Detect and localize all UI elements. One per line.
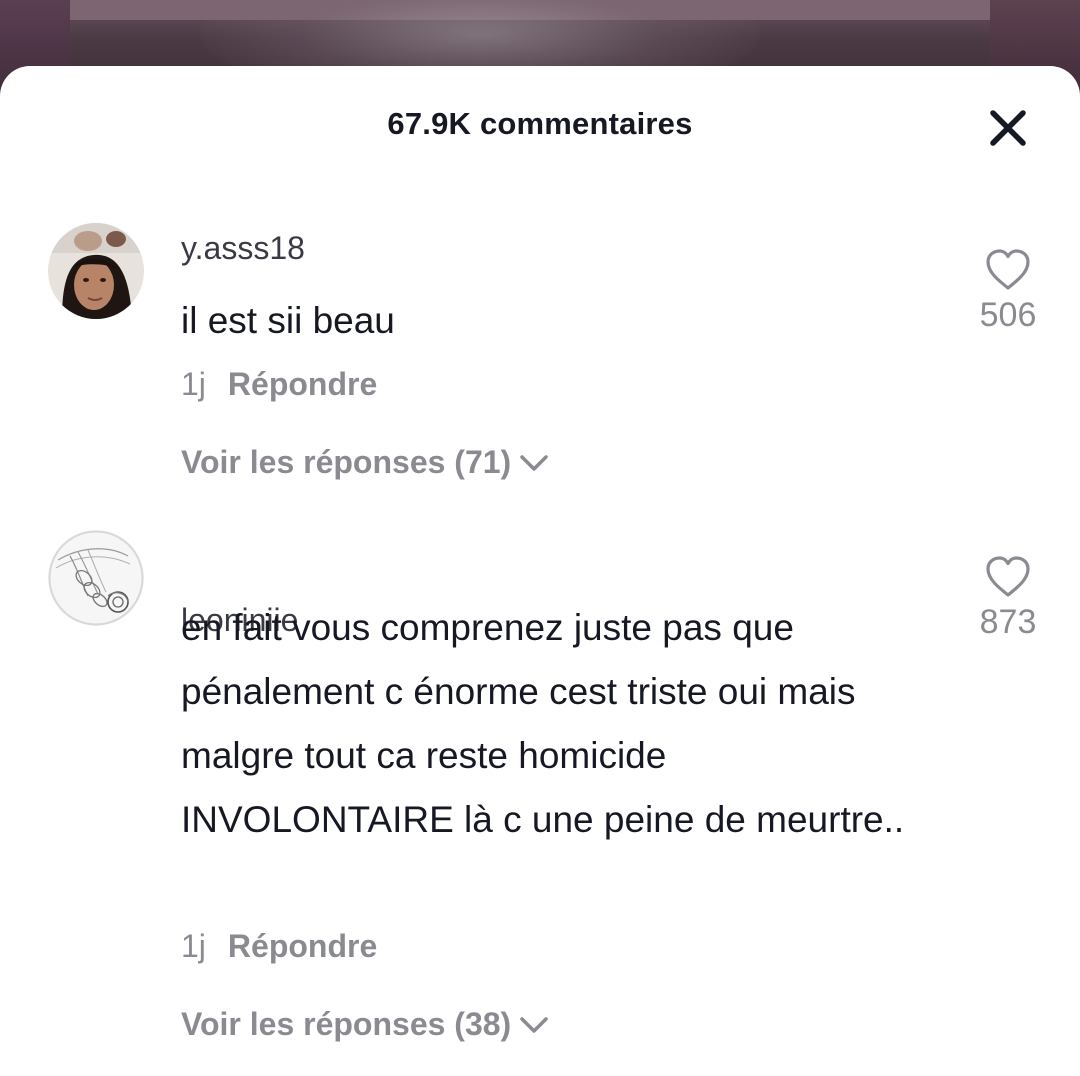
view-replies-button[interactable]: Voir les réponses (38) <box>181 1006 549 1043</box>
heart-icon[interactable] <box>984 555 1032 599</box>
comment-time: 1j <box>181 928 206 964</box>
close-button[interactable] <box>986 106 1030 150</box>
user-avatar-photo <box>48 223 144 319</box>
chevron-down-icon <box>520 1016 548 1033</box>
comment-username[interactable]: y.asss18 <box>181 230 305 267</box>
braid-sketch-avatar <box>48 530 144 626</box>
close-icon <box>990 110 1026 146</box>
like-count: 873 <box>979 603 1037 641</box>
view-replies-button[interactable]: Voir les réponses (71) <box>181 444 549 481</box>
comment-text: en fait vous comprenez juste pas que pén… <box>181 607 905 840</box>
comments-count-title: 67.9K commentaires <box>387 106 693 141</box>
avatar[interactable] <box>48 223 144 319</box>
comment-meta: 1j Répondre <box>181 928 377 965</box>
like-count: 506 <box>979 296 1037 334</box>
like-control: 873 <box>968 555 1048 642</box>
chevron-down-icon <box>520 454 548 471</box>
reply-button[interactable]: Répondre <box>228 366 377 402</box>
reply-button[interactable]: Répondre <box>228 928 377 964</box>
view-replies-label: Voir les réponses (71) <box>181 444 512 480</box>
view-replies-label: Voir les réponses (38) <box>181 1006 512 1042</box>
comment-text: il est sii beau <box>181 300 395 341</box>
comments-sheet: 67.9K commentaires y.asss18 il est sii b <box>0 66 1080 1076</box>
comment-time: 1j <box>181 366 206 402</box>
comment-meta: 1j Répondre <box>181 366 377 403</box>
heart-icon[interactable] <box>984 248 1032 292</box>
avatar[interactable] <box>48 530 144 626</box>
like-control: 506 <box>968 248 1048 335</box>
